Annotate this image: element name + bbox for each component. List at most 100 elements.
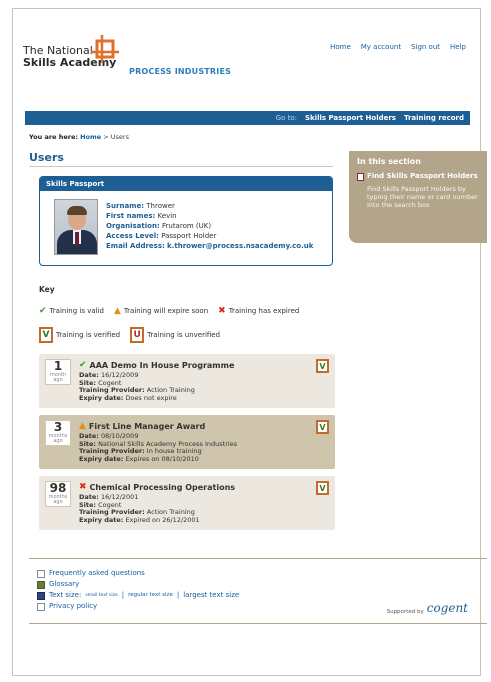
cross-icon: ✖ bbox=[218, 306, 226, 316]
breadcrumb-label: You are here: bbox=[29, 133, 78, 141]
record-details: Date: 16/12/2001 Site: Cogent Training P… bbox=[79, 493, 200, 524]
privacy-icon bbox=[37, 602, 45, 611]
page-frame: The National Skills Academy PROCESS INDU… bbox=[12, 8, 487, 676]
expiry-value: Does not expire bbox=[125, 393, 177, 402]
access-level-value: Passport Holder bbox=[161, 232, 217, 240]
breadcrumb-current: Users bbox=[110, 133, 129, 141]
record-details: Date: 08/10/2009 Site: National Skills A… bbox=[79, 432, 237, 463]
surname-label: Surname: bbox=[106, 202, 145, 210]
record-title: ✔ AAA Demo In House Programme bbox=[79, 360, 234, 370]
training-record[interactable]: 98 months ago ✖ Chemical Processing Opera… bbox=[39, 476, 335, 530]
text-size-label: Text size: bbox=[49, 591, 82, 599]
key-expire-soon: Training will expire soon bbox=[123, 307, 209, 315]
organisation-label: Organisation: bbox=[106, 222, 160, 230]
training-record[interactable]: 3 months ago ▲ First Line Manager Award D… bbox=[39, 415, 335, 469]
expiry-label: Expiry date: bbox=[79, 393, 124, 402]
age-unit: months ago bbox=[48, 433, 68, 444]
passport-details: Surname: Thrower First names: Kevin Orga… bbox=[106, 201, 313, 251]
record-title-text: AAA Demo In House Programme bbox=[89, 360, 235, 370]
tick-icon: ✔ bbox=[39, 306, 47, 316]
footer-divider bbox=[29, 558, 487, 559]
glossary-link[interactable]: Glossary bbox=[49, 579, 79, 590]
text-size-sep: | bbox=[121, 591, 125, 599]
age-unit: months ago bbox=[48, 494, 68, 505]
verified-badge-icon: V bbox=[316, 481, 329, 495]
text-size-small[interactable]: small text size bbox=[85, 590, 117, 601]
record-title-text: First Line Manager Award bbox=[88, 421, 206, 431]
training-record[interactable]: 1 month ago ✔ AAA Demo In House Programme… bbox=[39, 354, 335, 408]
expiry-value: Expires on 08/10/2010 bbox=[125, 454, 199, 463]
document-icon bbox=[357, 173, 364, 181]
email-link[interactable]: k.thrower@process.nsacademy.co.uk bbox=[167, 242, 313, 250]
faq-icon bbox=[37, 569, 45, 578]
find-holders-link[interactable]: Find Skills Passport Holders bbox=[357, 172, 479, 181]
title-divider bbox=[29, 166, 333, 167]
glossary-icon bbox=[37, 580, 45, 589]
record-details: Date: 16/12/2009 Site: Cogent Training P… bbox=[79, 371, 195, 402]
key-verified: Training is verified bbox=[56, 331, 121, 339]
nav-home[interactable]: Home bbox=[330, 43, 351, 51]
record-title: ▲ First Line Manager Award bbox=[79, 421, 205, 431]
access-level-label: Access Level: bbox=[106, 232, 159, 240]
key-title: Key bbox=[39, 285, 55, 294]
expiry-label: Expiry date: bbox=[79, 454, 124, 463]
verified-badge-icon: V bbox=[316, 420, 329, 434]
first-names-label: First names: bbox=[106, 212, 156, 220]
skills-passport-card: Skills Passport Surname: Thrower First n… bbox=[39, 176, 333, 266]
age-box: 1 month ago bbox=[45, 359, 71, 385]
goto-passport-holders[interactable]: Skills Passport Holders bbox=[305, 114, 396, 122]
find-holders-label: Find Skills Passport Holders bbox=[367, 172, 478, 180]
page-title: Users bbox=[29, 151, 64, 164]
key-status-row: ✔ Training is valid ▲ Training will expire… bbox=[39, 306, 299, 316]
text-size-sep: | bbox=[176, 591, 180, 599]
unverified-badge-icon: U bbox=[130, 327, 145, 343]
footer-links: Frequently asked questions Glossary Text… bbox=[37, 568, 239, 612]
age-box: 3 months ago bbox=[45, 420, 71, 446]
supported-by-label: Supported by bbox=[386, 609, 424, 615]
privacy-link[interactable]: Privacy policy bbox=[49, 601, 97, 612]
section-title: In this section bbox=[357, 157, 421, 166]
surname-value: Thrower bbox=[146, 202, 175, 210]
verified-badge-icon: V bbox=[316, 359, 329, 373]
logo-mark-icon bbox=[91, 35, 119, 63]
nav-sign-out[interactable]: Sign out bbox=[411, 43, 440, 51]
breadcrumb: You are here: Home > Users bbox=[29, 133, 129, 141]
expiry-value: Expired on 26/12/2001 bbox=[125, 515, 200, 524]
goto-label: Go to: bbox=[275, 114, 297, 122]
first-names-value: Kevin bbox=[157, 212, 177, 220]
email-label: Email Address: bbox=[106, 242, 165, 250]
site-logo[interactable]: The National Skills Academy PROCESS INDU… bbox=[23, 33, 263, 79]
record-title-text: Chemical Processing Operations bbox=[89, 482, 236, 492]
organisation-value: Frutarom (UK) bbox=[161, 222, 212, 230]
goto-training-record[interactable]: Training record bbox=[404, 114, 464, 122]
footer-bottom-divider bbox=[29, 623, 487, 624]
goto-bar: Go to: Skills Passport Holders Training … bbox=[25, 111, 470, 125]
tick-icon: ✔ bbox=[79, 360, 87, 370]
key-unverified: Training is unverified bbox=[147, 331, 221, 339]
age-box: 98 months ago bbox=[45, 481, 71, 507]
faq-link[interactable]: Frequently asked questions bbox=[49, 568, 145, 579]
verified-badge-icon: V bbox=[39, 327, 53, 343]
cogent-logo[interactable]: cogent bbox=[427, 601, 468, 615]
warning-icon: ▲ bbox=[79, 421, 86, 431]
logo-subtitle: PROCESS INDUSTRIES bbox=[129, 67, 232, 76]
nav-help[interactable]: Help bbox=[450, 43, 466, 51]
text-size-icon bbox=[37, 591, 45, 600]
record-title: ✖ Chemical Processing Operations bbox=[79, 482, 235, 492]
breadcrumb-home[interactable]: Home bbox=[80, 133, 101, 141]
supported-by: Supported by cogent bbox=[387, 601, 468, 615]
text-size-regular[interactable]: regular text size bbox=[128, 590, 173, 601]
warning-icon: ▲ bbox=[113, 306, 121, 316]
top-nav: Home My account Sign out Help bbox=[330, 43, 466, 51]
expiry-label: Expiry date: bbox=[79, 515, 124, 524]
key-expired: Training has expired bbox=[228, 307, 300, 315]
key-verify-row: V Training is verified U Training is unver… bbox=[39, 327, 220, 343]
age-unit: month ago bbox=[49, 372, 67, 383]
nav-my-account[interactable]: My account bbox=[361, 43, 401, 51]
key-valid: Training is valid bbox=[49, 307, 104, 315]
find-holders-desc: Find Skills Passport Holders by typing t… bbox=[367, 185, 478, 209]
in-this-section-panel: In this section Find Skills Passport Hol… bbox=[349, 151, 487, 243]
cross-icon: ✖ bbox=[79, 482, 87, 492]
text-size-large[interactable]: largest text size bbox=[183, 590, 239, 601]
passport-title: Skills Passport bbox=[40, 177, 332, 191]
